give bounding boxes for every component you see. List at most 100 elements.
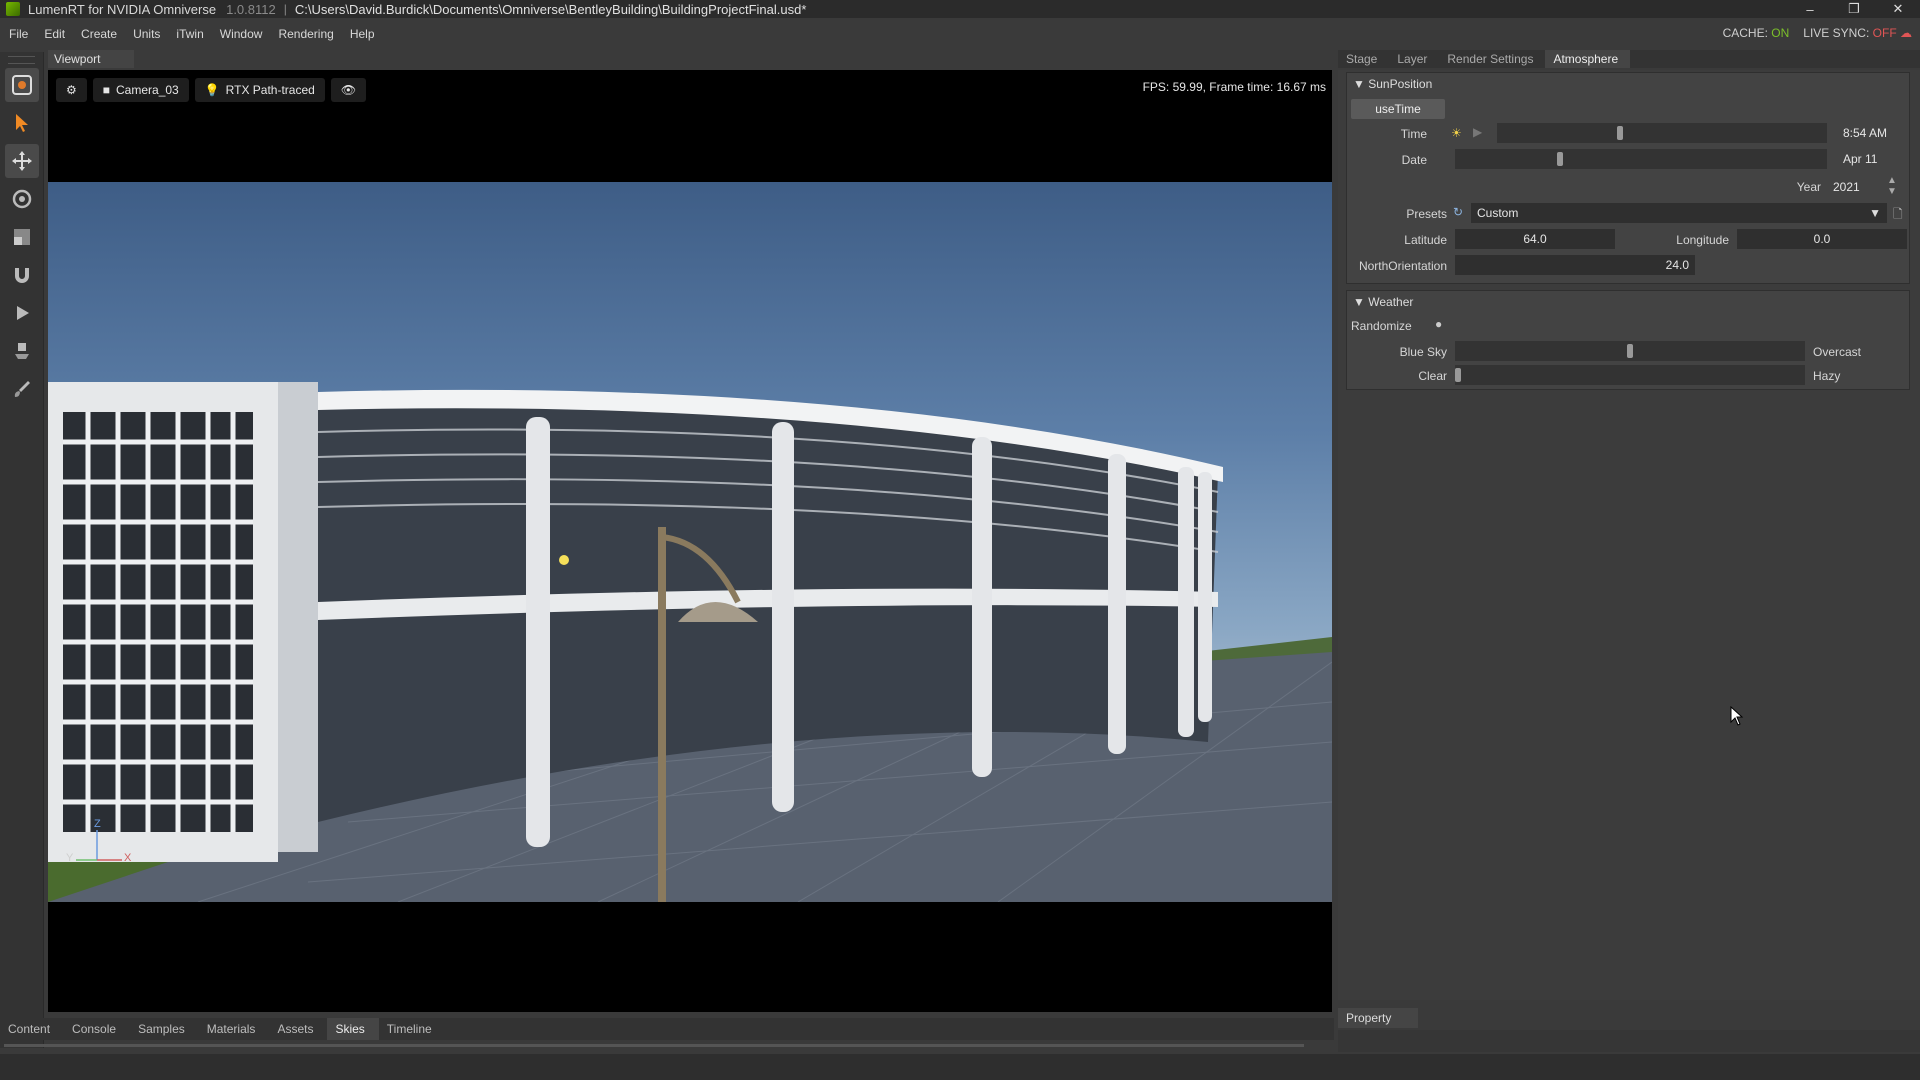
paint-brush-icon[interactable] (5, 372, 39, 406)
date-label: Date (1401, 153, 1427, 167)
viewport[interactable]: ⚙ ■ Camera_03 💡 RTX Path-traced 👁 FPS: 5… (48, 70, 1332, 1012)
live-sync-status[interactable]: LIVE SYNC: OFF ☁ (1803, 26, 1912, 40)
latitude-field[interactable]: 64.0 (1455, 229, 1615, 249)
dropdown-arrow-icon: ▼ (1869, 206, 1881, 220)
collapse-triangle-icon: ▼ (1353, 295, 1365, 309)
presets-dropdown[interactable]: Custom ▼ (1471, 203, 1887, 223)
cloud-slider-thumb[interactable] (1627, 344, 1633, 358)
tab-viewport[interactable]: Viewport (48, 50, 134, 68)
tab-stage[interactable]: Stage (1338, 50, 1389, 68)
time-slider-thumb[interactable] (1617, 126, 1623, 140)
menu-file[interactable]: File (0, 27, 35, 41)
bottom-scrollbar[interactable] (4, 1044, 1304, 1047)
haze-slider[interactable] (1455, 365, 1805, 385)
tab-skies[interactable]: Skies (327, 1018, 379, 1040)
menu-create[interactable]: Create (72, 27, 124, 41)
play-icon[interactable]: ▶ (1473, 125, 1482, 139)
date-value[interactable]: Apr 11 (1837, 149, 1907, 169)
presets-label: Presets (1406, 207, 1447, 221)
randomize-icon[interactable]: ● (1435, 317, 1442, 331)
date-slider-thumb[interactable] (1557, 152, 1563, 166)
weather-section: ▼ Weather Randomize ● Blue Sky Overcast … (1346, 290, 1910, 390)
tab-layer[interactable]: Layer (1389, 50, 1439, 68)
tab-render-settings[interactable]: Render Settings (1439, 50, 1545, 68)
lightbulb-icon: 💡 (204, 83, 220, 97)
tab-atmosphere[interactable]: Atmosphere (1545, 50, 1631, 68)
longitude-field[interactable]: 0.0 (1737, 229, 1907, 249)
mouse-cursor-icon (1730, 705, 1744, 729)
tab-samples[interactable]: Samples (130, 1018, 199, 1040)
sun-position-title: SunPosition (1368, 77, 1433, 91)
sun-position-header[interactable]: ▼ SunPosition (1353, 77, 1432, 91)
close-button[interactable]: ✕ (1876, 0, 1920, 18)
menu-edit[interactable]: Edit (35, 27, 72, 41)
camera-name: Camera_03 (116, 83, 179, 97)
rendered-scene[interactable] (48, 182, 1332, 902)
tab-assets[interactable]: Assets (269, 1018, 327, 1040)
tab-content[interactable]: Content (0, 1018, 64, 1040)
refresh-icon[interactable]: ↻ (1453, 205, 1463, 219)
fps-readout: FPS: 59.99, Frame time: 16.67 ms (1142, 80, 1326, 94)
menu-help[interactable]: Help (341, 27, 382, 41)
left-toolbar (0, 52, 44, 1048)
visibility-button[interactable]: 👁 (330, 78, 367, 102)
gear-icon: ⚙ (66, 83, 77, 97)
camera-selector[interactable]: ■ Camera_03 (92, 78, 189, 102)
menu-rendering[interactable]: Rendering (269, 27, 340, 41)
cache-status[interactable]: CACHE: ON (1723, 26, 1790, 40)
place-object-icon[interactable] (5, 334, 39, 368)
menu-window[interactable]: Window (211, 27, 270, 41)
weather-header[interactable]: ▼ Weather (1353, 295, 1413, 309)
status-bar (0, 1054, 1920, 1080)
render-mode-name: RTX Path-traced (225, 83, 315, 97)
presets-value: Custom (1477, 206, 1519, 220)
title-bar: LumenRT for NVIDIA Omniverse 1.0.8112 | … (0, 0, 1920, 18)
maximize-button[interactable]: ❐ (1832, 0, 1876, 18)
cache-label: CACHE: (1722, 26, 1768, 40)
menu-bar: File Edit Create Units iTwin Window Rend… (0, 24, 1920, 44)
date-slider[interactable] (1455, 149, 1827, 169)
tab-property[interactable]: Property (1338, 1008, 1418, 1028)
minimize-button[interactable]: – (1788, 0, 1832, 18)
render-mode-selector[interactable]: 💡 RTX Path-traced (194, 78, 325, 102)
right-panel-tabs: Stage Layer Render Settings Atmosphere (1338, 50, 1920, 68)
viewport-settings-button[interactable]: ⚙ (56, 78, 87, 102)
tab-timeline[interactable]: Timeline (379, 1018, 446, 1040)
move-tool-icon[interactable] (5, 144, 39, 178)
hazy-label: Hazy (1813, 369, 1841, 383)
select-tool-icon[interactable] (5, 106, 39, 140)
cache-value: ON (1771, 26, 1790, 40)
haze-slider-thumb[interactable] (1455, 368, 1461, 382)
cloud-slider[interactable] (1455, 341, 1805, 361)
camera-navigate-tool-icon[interactable] (5, 68, 39, 102)
app-version: 1.0.8112 (226, 1, 276, 17)
camera-icon: ■ (102, 83, 111, 97)
atmosphere-panel: ▼ SunPosition useTime Time ☀ ▶ 8:54 AM D… (1338, 70, 1920, 1000)
snap-magnet-icon[interactable] (5, 258, 39, 292)
clear-label: Clear (1418, 369, 1447, 383)
toolbar-grip[interactable] (8, 56, 35, 64)
sun-icon[interactable]: ☀ (1451, 126, 1462, 140)
bottom-tabs: Content Console Samples Materials Assets… (0, 1018, 1334, 1040)
live-sync-value: OFF (1872, 26, 1897, 40)
rotate-tool-icon[interactable] (5, 182, 39, 216)
time-slider[interactable] (1497, 123, 1827, 143)
menu-itwin[interactable]: iTwin (167, 27, 210, 41)
menu-units[interactable]: Units (124, 27, 167, 41)
tab-console[interactable]: Console (64, 1018, 130, 1040)
year-value[interactable]: 2021 (1827, 177, 1877, 197)
tab-materials[interactable]: Materials (199, 1018, 270, 1040)
axis-y-label: Y (66, 852, 74, 864)
north-orientation-field[interactable]: 24.0 (1455, 255, 1695, 275)
axis-z-label: Z (94, 818, 101, 830)
scale-tool-icon[interactable] (5, 220, 39, 254)
play-icon[interactable] (5, 296, 39, 330)
time-value[interactable]: 8:54 AM (1837, 123, 1907, 143)
use-time-button[interactable]: useTime (1351, 99, 1445, 119)
randomize-label: Randomize (1351, 319, 1412, 333)
save-preset-icon[interactable]: 🗋 (1893, 205, 1903, 226)
year-spinner-icon[interactable]: ▲ ▼ (1887, 175, 1897, 197)
axis-x-label: X (124, 852, 132, 864)
viewport-toolbar: ⚙ ■ Camera_03 💡 RTX Path-traced 👁 (56, 78, 367, 102)
latitude-label: Latitude (1404, 233, 1447, 247)
